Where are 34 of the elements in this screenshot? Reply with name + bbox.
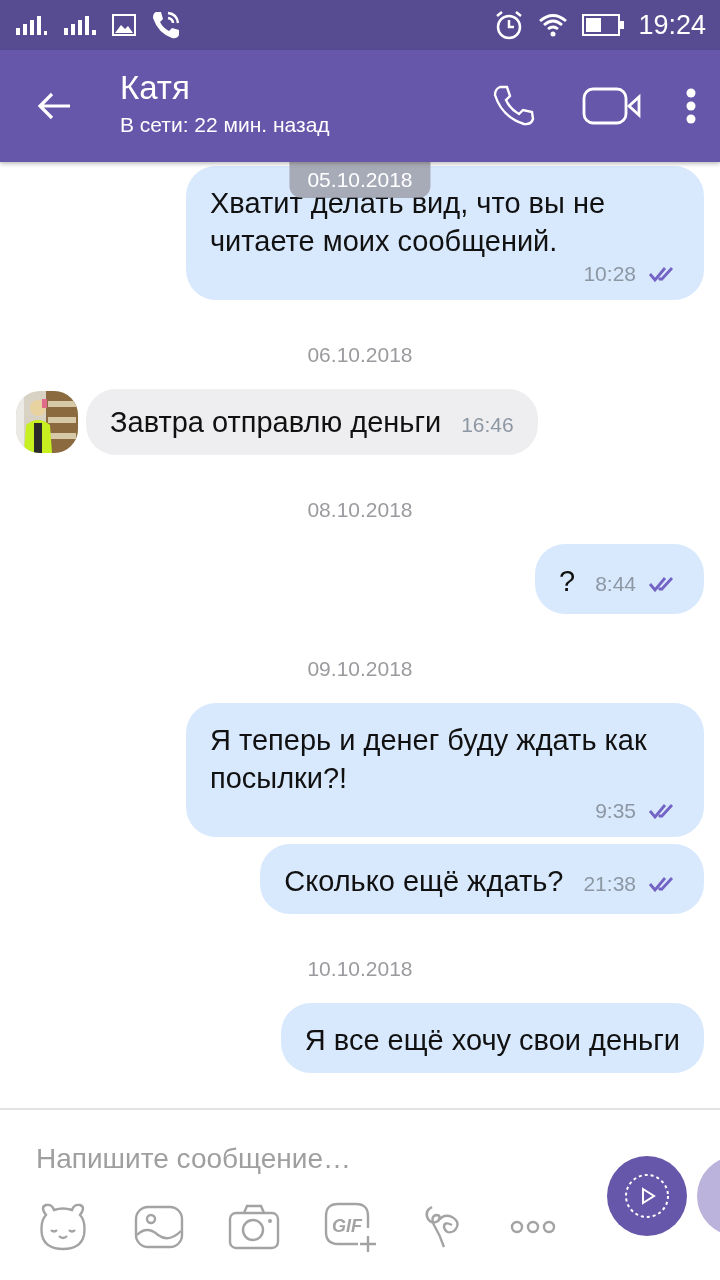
message-text: Я теперь и денег буду ждать как посылки?!	[210, 723, 648, 796]
back-icon[interactable]	[36, 91, 72, 121]
message-input[interactable]: Напишите сообщение…	[36, 1134, 576, 1184]
date-label: 10.10.2018	[307, 957, 413, 981]
more-icon[interactable]	[510, 1220, 556, 1234]
message-time: 16:46	[461, 413, 514, 437]
date-label: 05.10.2018	[289, 162, 431, 198]
message-time: 9:35	[595, 799, 636, 823]
image-icon	[112, 14, 136, 36]
menu-icon[interactable]	[686, 88, 696, 124]
message-text: ?	[559, 564, 576, 599]
gif-label: GIF	[332, 1216, 362, 1236]
wifi-icon	[538, 13, 569, 37]
date-label: 06.10.2018	[307, 343, 413, 367]
message-time: 10:28	[583, 262, 636, 286]
date-label: 08.10.2018	[307, 498, 413, 522]
message-time: 8:44	[595, 572, 636, 596]
battery-icon	[582, 14, 625, 36]
gallery-icon[interactable]	[134, 1205, 184, 1249]
message-time: 21:38	[583, 872, 636, 896]
last-seen-status: В сети: 22 мин. назад	[120, 113, 331, 137]
date-label: 09.10.2018	[307, 657, 413, 681]
phone-icon	[150, 9, 182, 41]
message-text: Завтра отправлю деньги	[110, 405, 442, 440]
status-time: 19:24	[638, 9, 706, 41]
contact-name: Катя	[120, 69, 191, 107]
signal-icon	[16, 15, 50, 35]
signal-icon	[64, 15, 98, 35]
play-icon	[624, 1173, 670, 1219]
phone-icon[interactable]	[492, 84, 536, 128]
camera-icon[interactable]	[228, 1204, 280, 1250]
video-camera-icon[interactable]	[582, 87, 642, 125]
message-text: Сколько ещё ждать?	[284, 864, 564, 899]
message-text: Я все ещё хочу свои деньги	[304, 1023, 680, 1058]
